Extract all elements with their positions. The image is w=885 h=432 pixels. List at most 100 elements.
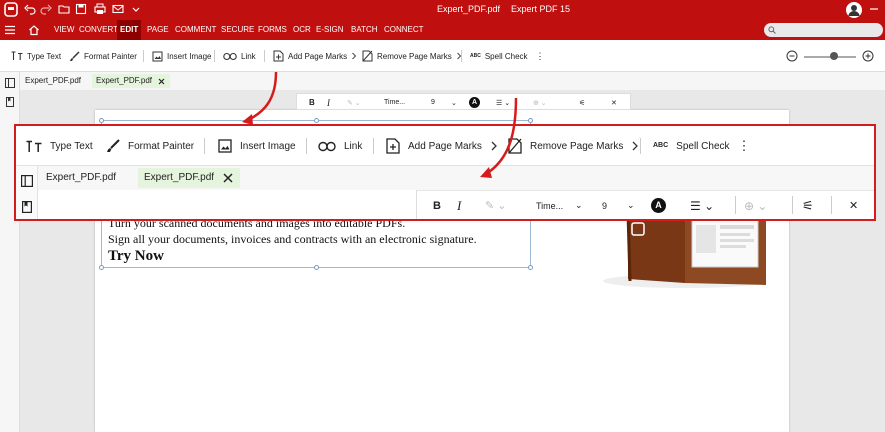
image-icon [152, 51, 163, 61]
close-icon[interactable]: ✕ [849, 191, 858, 219]
panel-toggle-icon[interactable] [21, 175, 33, 187]
format-painter-icon [70, 50, 80, 61]
menu-secure[interactable]: SECURE [218, 20, 257, 40]
search-icon [768, 26, 776, 34]
font-size-select[interactable]: 9 [431, 94, 435, 111]
close-tab-icon[interactable] [158, 78, 165, 85]
link-button[interactable]: Link [318, 126, 362, 166]
font-family-select[interactable]: Time... [384, 94, 405, 111]
redo-icon[interactable] [40, 3, 52, 15]
menu-batch[interactable]: BATCH [348, 20, 381, 40]
search-input[interactable] [764, 23, 883, 37]
tab-document-active[interactable]: Expert_PDF.pdf [138, 168, 241, 188]
tab-document[interactable]: Expert_PDF.pdf [21, 74, 85, 88]
link-button[interactable]: Link [223, 40, 256, 72]
user-icon [848, 5, 860, 16]
italic-button[interactable]: I [457, 191, 461, 219]
home-icon[interactable] [28, 24, 40, 36]
text-color-button[interactable]: A [469, 94, 480, 111]
email-icon[interactable] [112, 3, 124, 15]
ribbon-divider [143, 50, 144, 62]
font-size-select[interactable]: 9 [602, 191, 607, 219]
panel-toggle-icon[interactable] [5, 78, 15, 88]
resize-handle[interactable] [99, 265, 104, 270]
close-icon[interactable]: ✕ [611, 94, 617, 111]
document-cta: Try Now [108, 248, 164, 264]
menu-forms[interactable]: FORMS [255, 20, 290, 40]
chevron-down-icon[interactable] [130, 3, 142, 15]
remove-page-marks-label: Remove Page Marks [377, 51, 452, 61]
document-tabs: Expert_PDF.pdf Expert_PDF.pdf [20, 72, 885, 90]
align-icon[interactable]: ☰ ⌄ [690, 191, 714, 219]
ribbon-divider [214, 50, 215, 62]
insert-image-button[interactable]: Insert Image [152, 40, 211, 72]
font-family-select[interactable]: Time... [536, 191, 563, 219]
chevron-down-icon[interactable]: ⌄ [627, 191, 635, 219]
spell-check-button[interactable]: ABC Spell Check ⋮ [470, 40, 545, 72]
window-app-title: Expert PDF 15 [511, 4, 571, 14]
bookmark-icon[interactable] [22, 201, 32, 213]
link-icon [318, 141, 336, 151]
remove-page-marks-button[interactable]: Remove Page Marks [508, 126, 639, 166]
menu-connect[interactable]: CONNECT [381, 20, 427, 40]
highlight-pen-icon[interactable]: ✎ ⌄ [485, 191, 507, 219]
bold-button[interactable]: B [309, 94, 315, 111]
bookmark-icon[interactable] [6, 97, 14, 107]
save-icon[interactable] [75, 3, 87, 15]
menu-ocr[interactable]: OCR [290, 20, 314, 40]
bold-button[interactable]: B [433, 191, 441, 219]
open-folder-icon[interactable] [58, 3, 70, 15]
format-painter-button[interactable]: Format Painter [69, 40, 137, 72]
text-color-button[interactable]: A [651, 191, 666, 219]
user-avatar[interactable] [846, 2, 862, 18]
settings-sliders-icon[interactable]: ⚟ [802, 191, 814, 219]
resize-handle[interactable] [99, 118, 104, 123]
chevron-down-icon[interactable]: ⌄ [451, 94, 457, 111]
italic-button[interactable]: I [327, 94, 330, 111]
chevron-down-icon[interactable]: ⌄ [575, 191, 583, 219]
tab-document[interactable]: Expert_PDF.pdf [40, 168, 122, 188]
menu-comment[interactable]: COMMENT [172, 20, 219, 40]
resize-handle[interactable] [314, 118, 319, 123]
title-bar: Expert_PDF.pdf Expert PDF 15 [0, 0, 885, 20]
tab-document-active[interactable]: Expert_PDF.pdf [92, 74, 171, 88]
more-options-icon[interactable]: ⋮ [738, 138, 751, 154]
resize-handle[interactable] [528, 265, 533, 270]
type-text-button[interactable]: Type Text [11, 40, 61, 72]
zoom-slider-thumb[interactable] [830, 52, 838, 60]
type-text-label: Type Text [27, 51, 62, 61]
ribbon-divider [264, 50, 265, 62]
remove-page-marks-button[interactable]: Remove Page Marks [362, 40, 462, 72]
minimize-icon[interactable] [868, 3, 880, 15]
add-page-marks-label: Add Page Marks [288, 51, 348, 61]
resize-handle[interactable] [314, 265, 319, 270]
menu-edit[interactable]: EDIT [117, 20, 142, 40]
resize-handle[interactable] [528, 118, 533, 123]
format-painter-button[interactable]: Format Painter [106, 126, 194, 166]
link-icon [223, 52, 237, 60]
insert-field-icon[interactable]: ⊕ ⌄ [533, 94, 547, 111]
zoom-out-icon[interactable] [786, 50, 798, 62]
insert-image-label: Insert Image [240, 140, 296, 152]
highlight-pen-icon[interactable]: ✎ ⌄ [347, 94, 361, 111]
spell-check-button[interactable]: ABC Spell Check ⋮ [653, 126, 751, 166]
print-icon[interactable] [94, 3, 106, 15]
undo-icon[interactable] [24, 3, 36, 15]
settings-sliders-icon[interactable]: ⚟ [579, 94, 585, 111]
more-options-icon[interactable]: ⋮ [536, 51, 545, 62]
menu-view[interactable]: VIEW [51, 20, 77, 40]
zoom-in-icon[interactable] [862, 50, 874, 62]
hamburger-menu-icon[interactable] [5, 25, 15, 35]
type-text-button[interactable]: Type Text [26, 126, 93, 166]
add-page-marks-button[interactable]: Add Page Marks [273, 40, 357, 72]
add-page-marks-button[interactable]: Add Page Marks [386, 126, 498, 166]
align-icon[interactable]: ☰ ⌄ [496, 94, 510, 111]
close-tab-icon[interactable] [223, 173, 233, 183]
insert-image-button[interactable]: Insert Image [218, 126, 296, 166]
menu-esign[interactable]: E-SIGN [313, 20, 347, 40]
text-format-toolbar: B I ✎ ⌄ Time... 9 ⌄ A ☰ ⌄ ⊕ ⌄ ⚟ ✕ [296, 93, 631, 110]
insert-field-icon[interactable]: ⊕ ⌄ [744, 191, 767, 219]
toolbar-divider [792, 196, 793, 214]
menu-page[interactable]: PAGE [144, 20, 172, 40]
menu-convert[interactable]: CONVERT [76, 20, 121, 40]
